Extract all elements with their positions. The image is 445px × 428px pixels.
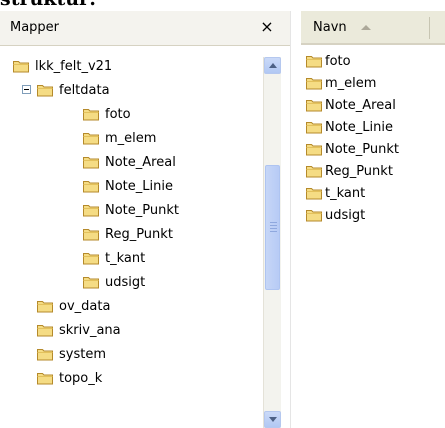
grip-line <box>270 231 277 232</box>
tree-item[interactable]: Note_Linie <box>82 174 173 198</box>
file-list-item-label: Reg_Punkt <box>325 163 393 179</box>
folder-icon <box>36 346 54 362</box>
tree-item-label: lkk_felt_v21 <box>35 58 113 74</box>
arrow-up-icon <box>269 63 277 68</box>
tree-item[interactable]: foto <box>82 102 131 126</box>
tree-item[interactable]: lkk_felt_v21 <box>12 54 112 78</box>
tree-item-label: m_elem <box>105 130 157 146</box>
column-separator[interactable] <box>429 17 430 39</box>
folder-icon <box>82 226 100 242</box>
folder-icon <box>36 322 54 338</box>
tree-item-label: t_kant <box>105 250 146 266</box>
folder-icon <box>305 185 323 201</box>
file-list-item-label: Note_Punkt <box>325 141 399 157</box>
tree-item[interactable]: Note_Areal <box>82 150 176 174</box>
folder-icon <box>82 274 100 290</box>
file-list-item[interactable]: t_kant <box>305 182 365 204</box>
file-list-item-label: m_elem <box>325 75 377 91</box>
folder-icon <box>82 106 100 122</box>
tree-item-label: udsigt <box>105 274 146 290</box>
vertical-scrollbar[interactable] <box>263 57 281 428</box>
file-list-item-label: udsigt <box>325 207 366 223</box>
name-column-label: Navn <box>313 20 347 35</box>
folder-icon <box>305 97 323 113</box>
folder-icon <box>305 163 323 179</box>
file-list-item-label: Note_Linie <box>325 119 393 135</box>
sort-ascending-icon <box>361 25 371 30</box>
tree-item[interactable]: topo_k <box>36 366 102 390</box>
tree-item-label: skriv_ana <box>59 322 121 338</box>
file-list-item[interactable]: foto <box>305 50 351 72</box>
scroll-down-button[interactable] <box>264 411 281 428</box>
folder-icon <box>82 250 100 266</box>
tree-item[interactable]: udsigt <box>82 270 145 294</box>
file-list-item-label: Note_Areal <box>325 97 396 113</box>
file-list-item[interactable]: Note_Linie <box>305 116 393 138</box>
tree-item-label: foto <box>105 106 131 122</box>
tree-item[interactable]: t_kant <box>82 246 145 270</box>
file-list-item[interactable]: udsigt <box>305 204 365 226</box>
folder-icon <box>36 298 54 314</box>
folder-icon <box>305 75 323 91</box>
tree-item-label: Note_Punkt <box>105 202 179 218</box>
name-column-header[interactable]: Navn <box>301 11 445 45</box>
grip-line <box>270 222 277 223</box>
tree-item-label: topo_k <box>59 370 103 386</box>
scroll-up-button[interactable] <box>264 57 281 74</box>
folder-icon <box>305 119 323 135</box>
scrollbar-thumb[interactable] <box>265 165 280 290</box>
grip-line <box>270 225 277 226</box>
folder-icon <box>82 202 100 218</box>
tree-item-label: ov_data <box>59 298 111 314</box>
folder-icon <box>305 53 323 69</box>
file-list-item[interactable]: Reg_Punkt <box>305 160 393 182</box>
file-list-item[interactable]: m_elem <box>305 72 376 94</box>
folder-icon <box>36 370 54 386</box>
folder-icon <box>82 130 100 146</box>
tree-item-label: feltdata <box>59 82 110 98</box>
tree-item-label: Note_Linie <box>105 178 173 194</box>
file-list-item[interactable]: Note_Punkt <box>305 138 399 160</box>
tree-item[interactable]: skriv_ana <box>36 318 121 342</box>
file-list-item[interactable]: Note_Areal <box>305 94 396 116</box>
tree-item-label: Note_Areal <box>105 154 176 170</box>
folder-icon <box>82 178 100 194</box>
contents-pane: Navn foto m_elem Note_Areal Note_Linie Note_… <box>301 11 445 428</box>
grip-line <box>270 228 277 229</box>
page-caption: struktur: <box>0 0 96 10</box>
tree-item[interactable]: ov_data <box>36 294 110 318</box>
tree-item[interactable]: m_elem <box>82 126 156 150</box>
tree-item[interactable]: Note_Punkt <box>82 198 179 222</box>
file-list-item-label: foto <box>325 53 351 69</box>
tree-item[interactable]: system <box>36 342 106 366</box>
folder-icon <box>36 82 54 98</box>
close-icon[interactable]: × <box>257 17 277 37</box>
folder-tree: lkk_felt_v21 feltdata foto m_elem Note_Areal… <box>0 46 262 428</box>
tree-item-label: system <box>59 346 106 362</box>
arrow-down-icon <box>269 417 277 422</box>
tree-item-label: Reg_Punkt <box>105 226 173 242</box>
tree-item[interactable]: feltdata <box>36 78 110 102</box>
file-list-item-label: t_kant <box>325 185 366 201</box>
tree-item[interactable]: Reg_Punkt <box>82 222 173 246</box>
collapse-icon[interactable] <box>22 85 31 94</box>
folder-icon <box>12 58 30 74</box>
folders-pane-title: Mapper <box>10 20 60 35</box>
folder-icon <box>82 154 100 170</box>
folders-pane-header: Mapper × <box>0 11 290 46</box>
folders-pane: Mapper × lkk_felt_v21 feltdata foto m_elem N… <box>0 11 290 428</box>
folder-icon <box>305 207 323 223</box>
folder-icon <box>305 141 323 157</box>
